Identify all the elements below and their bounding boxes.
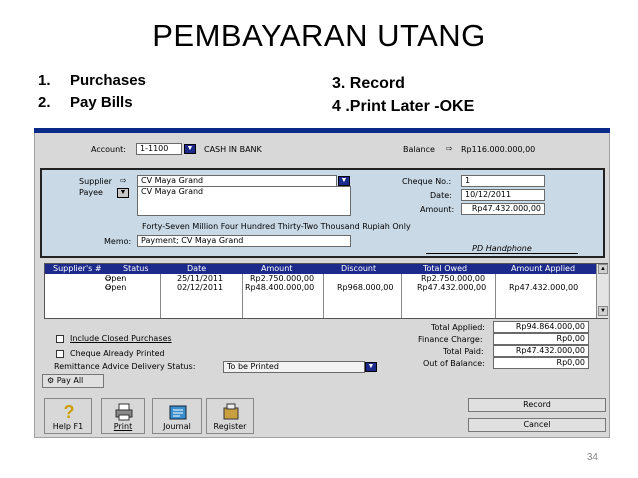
finance-charge-field[interactable]: Rp0,00	[493, 333, 589, 345]
scroll-down-icon[interactable]: ▼	[598, 306, 608, 316]
amount-in-words: Forty-Seven Million Four Hundred Thirty-…	[142, 222, 411, 231]
remittance-label: Remittance Advice Delivery Status:	[54, 362, 196, 371]
column-header: Amount Applied	[511, 264, 576, 273]
register-button[interactable]: Register	[206, 398, 254, 434]
dropdown-arrow-icon: ▼	[186, 145, 194, 152]
amount-applied-cell[interactable]: Rp47.432.000,00	[509, 283, 578, 292]
amount-cell: Rp2.750.000,00	[250, 274, 315, 283]
list-item: 2. Pay Bills	[38, 94, 133, 111]
amount-cell: Rp48.400.000,00	[245, 283, 315, 292]
total-owed-cell: Rp47.432.000,00	[417, 283, 487, 292]
help-question-icon: ?	[63, 402, 75, 422]
column-header: Status	[123, 264, 149, 273]
column-header: Discount	[341, 264, 377, 273]
date-cell: 02/12/2011	[177, 283, 224, 292]
cheque-no-label: Cheque No.:	[402, 177, 452, 186]
pay-all-icon: ⚙	[47, 376, 57, 385]
balance-value: Rp116.000.000,00	[461, 145, 536, 154]
right-steps-list: 3. Record 4 .Print Later -OKE	[332, 72, 474, 118]
pay-all-button[interactable]: ⚙ Pay All	[42, 374, 104, 388]
slide-title: PEMBAYARAN UTANG	[152, 18, 486, 53]
print-button[interactable]: Print	[101, 398, 145, 434]
payee-address-field[interactable]: CV Maya Grand	[137, 186, 351, 216]
dropdown-arrow-icon: ▼	[340, 177, 348, 184]
help-button[interactable]: ? Help F1	[44, 398, 92, 434]
dropdown-arrow-icon: ▼	[367, 363, 375, 370]
journal-button[interactable]: Journal	[152, 398, 202, 434]
arrow-right-icon[interactable]: ⇨	[120, 176, 127, 185]
remittance-select[interactable]: To be Printed	[223, 361, 365, 373]
remittance-dropdown-button[interactable]: ▼	[365, 362, 377, 372]
window-title-bar	[34, 128, 610, 133]
account-code-field[interactable]: 1-1100	[136, 143, 182, 155]
memo-field[interactable]: Payment; CV Maya Grand	[137, 235, 351, 247]
table-header: Supplier's # Status Date Amount Discount…	[45, 264, 596, 274]
column-header: Supplier's #	[53, 264, 102, 273]
printer-icon	[115, 403, 133, 421]
total-owed-cell: Rp2.750.000,00	[421, 274, 486, 283]
column-header: Date	[187, 264, 207, 273]
total-applied-label: Total Applied:	[431, 323, 485, 332]
list-item: 1. Purchases	[38, 72, 146, 89]
journal-icon	[169, 405, 187, 420]
total-applied-value: Rp94.864.000,00	[493, 321, 589, 333]
include-closed-label: Include Closed Purchases	[70, 334, 172, 343]
table-row[interactable]: ⇨ Open 02/12/2011 Rp48.400.000,00 Rp968.…	[45, 283, 596, 292]
arrow-right-icon[interactable]: ⇨	[446, 144, 453, 153]
date-field[interactable]: 10/12/2011	[461, 189, 545, 201]
total-paid-value: Rp47.432.000,00	[493, 345, 589, 357]
cheque-printed-checkbox[interactable]	[56, 350, 64, 358]
list-item: 4 .Print Later -OKE	[332, 98, 475, 115]
page-number: 34	[586, 452, 598, 463]
total-paid-label: Total Paid:	[443, 347, 484, 356]
account-name: CASH IN BANK	[204, 145, 262, 154]
amount-field[interactable]: Rp47.432.000,00	[461, 203, 545, 215]
amount-label: Amount:	[420, 205, 455, 214]
discount-cell: Rp968.000,00	[337, 283, 394, 292]
payee-dropdown-button[interactable]: ▼	[117, 188, 129, 198]
supplier-dropdown-button[interactable]: ▼	[338, 176, 350, 186]
out-of-balance-label: Out of Balance:	[423, 359, 485, 368]
payee-label: Payee	[79, 188, 103, 197]
memo-label: Memo:	[104, 237, 132, 246]
scroll-up-icon[interactable]: ▲	[598, 264, 608, 274]
list-item: 3. Record	[332, 75, 405, 92]
date-label: Date:	[430, 191, 452, 200]
table-row[interactable]: ⇨ Open 25/11/2011 Rp2.750.000,00 Rp2.750…	[45, 274, 596, 283]
column-header: Total Owed	[423, 264, 468, 273]
table-scrollbar[interactable]: ▲ ▼	[596, 264, 608, 318]
register-icon	[223, 403, 239, 420]
left-steps-list: 1. Purchases 2. Pay Bills	[38, 70, 146, 114]
cheque-printed-label: Cheque Already Printed	[70, 349, 165, 358]
account-label: Account:	[91, 145, 126, 154]
account-dropdown-button[interactable]: ▼	[184, 144, 196, 154]
include-closed-checkbox[interactable]	[56, 335, 64, 343]
finance-charge-label: Finance Charge:	[418, 335, 483, 344]
supplier-label: Supplier	[79, 177, 112, 186]
date-cell: 25/11/2011	[177, 274, 224, 283]
cancel-button[interactable]: Cancel	[468, 418, 606, 432]
out-of-balance-value: Rp0,00	[493, 357, 589, 369]
cheque-no-field[interactable]: 1	[461, 175, 545, 187]
dropdown-arrow-icon: ▼	[119, 189, 127, 196]
bills-table: Supplier's # Status Date Amount Discount…	[44, 263, 608, 319]
signature-line: PD Handphone	[426, 244, 578, 254]
balance-label: Balance	[403, 145, 435, 154]
record-button[interactable]: Record	[468, 398, 606, 412]
column-header: Amount	[261, 264, 293, 273]
